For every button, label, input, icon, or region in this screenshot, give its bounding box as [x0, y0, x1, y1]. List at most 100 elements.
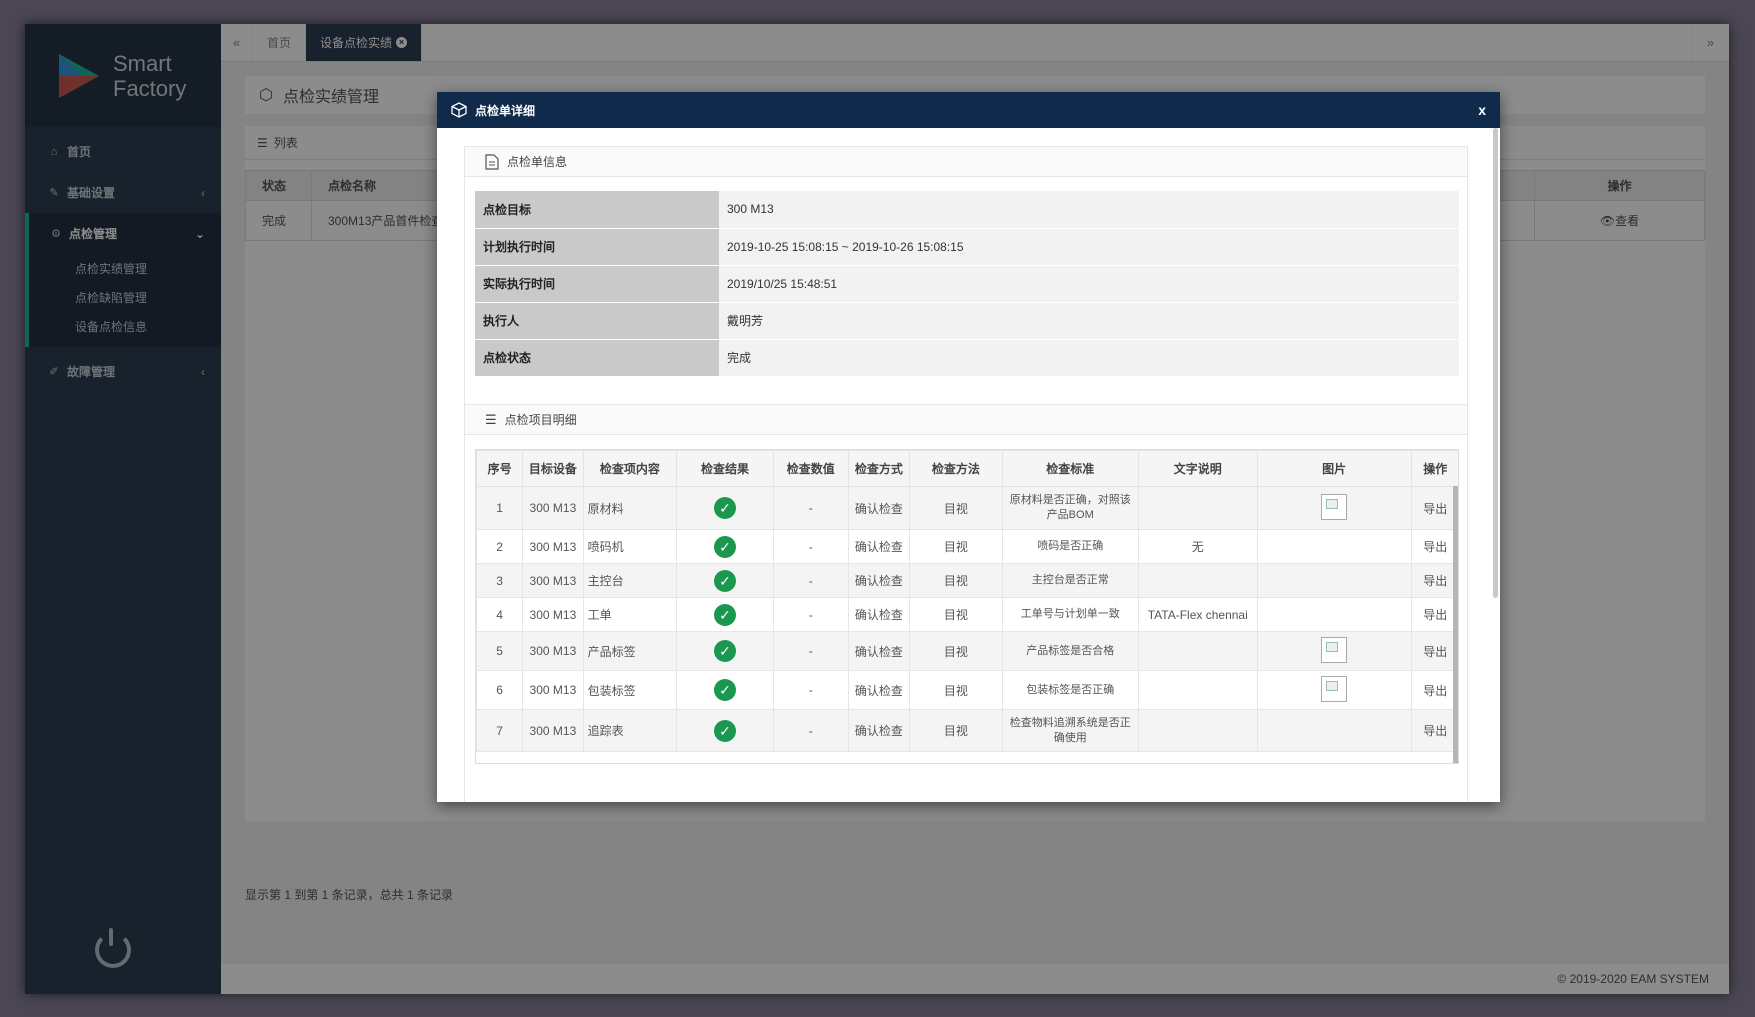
cell-note — [1137, 563, 1258, 598]
table-row: 2 300 M13 喷码机 ✓ - 确认检查 目视 喷码是否正确无 导出 — [476, 529, 1458, 564]
col-mode: 检查方式 — [847, 450, 911, 487]
cell-standard: 喷码是否正确 — [1001, 529, 1139, 564]
cell-note — [1137, 486, 1258, 530]
cell-result: ✓ — [676, 670, 774, 710]
table-row: 4 300 M13 工单 ✓ - 确认检查 目视 工单号与计划单一致 TATA-Flex che… — [476, 597, 1458, 632]
col-standard: 检查标准 — [1001, 450, 1139, 487]
cell-picture — [1256, 709, 1412, 752]
col-method: 检查方法 — [909, 450, 1003, 487]
cell-no: 7 — [476, 709, 524, 752]
info-value: 2019-10-25 15:08:15 ~ 2019-10-26 15:08:1… — [719, 228, 1459, 266]
cell-no: 4 — [476, 597, 524, 632]
detail-section-title: 点检项目明细 — [504, 413, 577, 427]
table-row: 7 300 M13 追踪表 ✓ - 确认检查 目视 检查物料追溯系统是否正确使用 导出 — [476, 709, 1458, 752]
check-circle-icon: ✓ — [713, 603, 736, 626]
cell-method: 目视 — [909, 486, 1003, 530]
cell-value: - — [772, 486, 849, 530]
export-link[interactable]: 导出 — [1410, 529, 1458, 564]
info-key: 执行人 — [475, 302, 719, 340]
info-key: 实际执行时间 — [475, 265, 719, 303]
table-row: 1 300 M13 原材料 ✓ - 确认检查 目视 原材料是否正确，对照该产品BOM 导出 — [476, 486, 1458, 530]
modal-body: 点检单信息 点检目标 300 M13 计划执行时间 2019-10-25 15:08:… — [437, 128, 1500, 802]
info-key: 计划执行时间 — [475, 228, 719, 266]
col-no: 序号 — [476, 450, 524, 487]
cell-mode: 确认检查 — [847, 486, 911, 530]
export-link[interactable]: 导出 — [1410, 709, 1458, 752]
cell-device: 300 M13 — [522, 563, 584, 598]
cell-no: 2 — [476, 529, 524, 564]
cell-value: - — [772, 631, 849, 671]
cell-item: 原材料 — [582, 486, 678, 530]
info-row: 点检目标 300 M13 — [475, 191, 1459, 229]
cell-picture — [1256, 563, 1412, 598]
check-circle-icon: ✓ — [713, 569, 736, 592]
info-table: 点检目标 300 M13 计划执行时间 2019-10-25 15:08:15 ~ 2… — [475, 191, 1459, 377]
cell-method: 目视 — [909, 709, 1003, 752]
cell-picture — [1256, 529, 1412, 564]
detail-section: ☰ 点检项目明细 序号 目标设备 检查项内容 检查结果 检查数值 检查方式 检查方法 检查标准… — [464, 404, 1468, 802]
cell-value: - — [772, 709, 849, 752]
col-note: 文字说明 — [1137, 450, 1258, 487]
col-item: 检查项内容 — [582, 450, 678, 487]
cell-picture — [1256, 670, 1412, 710]
image-thumbnail-icon[interactable] — [1321, 493, 1348, 520]
cell-standard: 包装标签是否正确 — [1001, 670, 1139, 710]
cell-item: 包装标签 — [582, 670, 678, 710]
info-section: 点检单信息 点检目标 300 M13 计划执行时间 2019-10-25 15:08:… — [464, 146, 1468, 406]
cell-note — [1137, 709, 1258, 752]
image-thumbnail-icon[interactable] — [1321, 636, 1348, 663]
cell-method: 目视 — [909, 631, 1003, 671]
cell-standard: 主控台是否正常 — [1001, 563, 1139, 598]
inspection-detail-modal: 点检单详细 x 点检单信息 点检目标 300 M13 计划执行时间 2019-10-2… — [437, 92, 1500, 802]
info-section-title: 点检单信息 — [507, 155, 568, 169]
col-picture: 图片 — [1256, 450, 1412, 487]
export-link[interactable]: 导出 — [1410, 486, 1458, 530]
cell-standard: 原材料是否正确，对照该产品BOM — [1001, 486, 1139, 530]
cell-picture — [1256, 631, 1412, 671]
check-circle-icon: ✓ — [713, 679, 736, 701]
cell-no: 3 — [476, 563, 524, 598]
cell-value: - — [772, 529, 849, 564]
document-icon — [485, 153, 499, 170]
export-link[interactable]: 导出 — [1410, 597, 1458, 632]
cell-item: 产品标签 — [582, 631, 678, 671]
info-row: 执行人 戴明芳 — [475, 302, 1459, 340]
cell-result: ✓ — [676, 563, 774, 598]
cell-result: ✓ — [676, 486, 774, 530]
image-thumbnail-icon[interactable] — [1321, 675, 1348, 702]
cell-result: ✓ — [676, 529, 774, 564]
cell-standard: 产品标签是否合格 — [1001, 631, 1139, 671]
cell-no: 5 — [476, 631, 524, 671]
cell-device: 300 M13 — [522, 670, 584, 710]
export-link[interactable]: 导出 — [1410, 670, 1458, 710]
table-row: 6 300 M13 包装标签 ✓ - 确认检查 目视 包装标签是否正确 导出 — [476, 670, 1458, 710]
cell-method: 目视 — [909, 529, 1003, 564]
info-key: 点检目标 — [475, 191, 719, 229]
cell-device: 300 M13 — [522, 709, 584, 752]
check-circle-icon: ✓ — [713, 535, 736, 558]
modal-header: 点检单详细 x — [437, 92, 1500, 128]
info-section-header: 点检单信息 — [465, 147, 1467, 177]
cell-value: - — [772, 563, 849, 598]
modal-scrollbar[interactable] — [1493, 128, 1498, 598]
cell-value: - — [772, 670, 849, 710]
col-action: 操作 — [1410, 450, 1458, 487]
info-row: 实际执行时间 2019/10/25 15:48:51 — [475, 265, 1459, 303]
cell-standard: 工单号与计划单一致 — [1001, 597, 1139, 632]
cell-item: 工单 — [582, 597, 678, 632]
cell-device: 300 M13 — [522, 486, 584, 530]
modal-close-button[interactable]: x — [1478, 102, 1486, 118]
info-value: 完成 — [719, 339, 1459, 377]
cell-result: ✓ — [676, 597, 774, 632]
detail-scrollbar[interactable] — [1453, 486, 1458, 763]
cell-standard: 检查物料追溯系统是否正确使用 — [1001, 709, 1139, 752]
check-circle-icon: ✓ — [713, 719, 736, 742]
col-device: 目标设备 — [522, 450, 584, 487]
cell-item: 主控台 — [582, 563, 678, 598]
detail-table-wrap[interactable]: 序号 目标设备 检查项内容 检查结果 检查数值 检查方式 检查方法 检查标准 文字说明 图片 操作 1… — [475, 449, 1459, 764]
cell-result: ✓ — [676, 709, 774, 752]
detail-table: 序号 目标设备 检查项内容 检查结果 检查数值 检查方式 检查方法 检查标准 文字说明 图片 操作 1… — [476, 450, 1458, 752]
export-link[interactable]: 导出 — [1410, 631, 1458, 671]
export-link[interactable]: 导出 — [1410, 563, 1458, 598]
check-circle-icon: ✓ — [713, 640, 736, 662]
